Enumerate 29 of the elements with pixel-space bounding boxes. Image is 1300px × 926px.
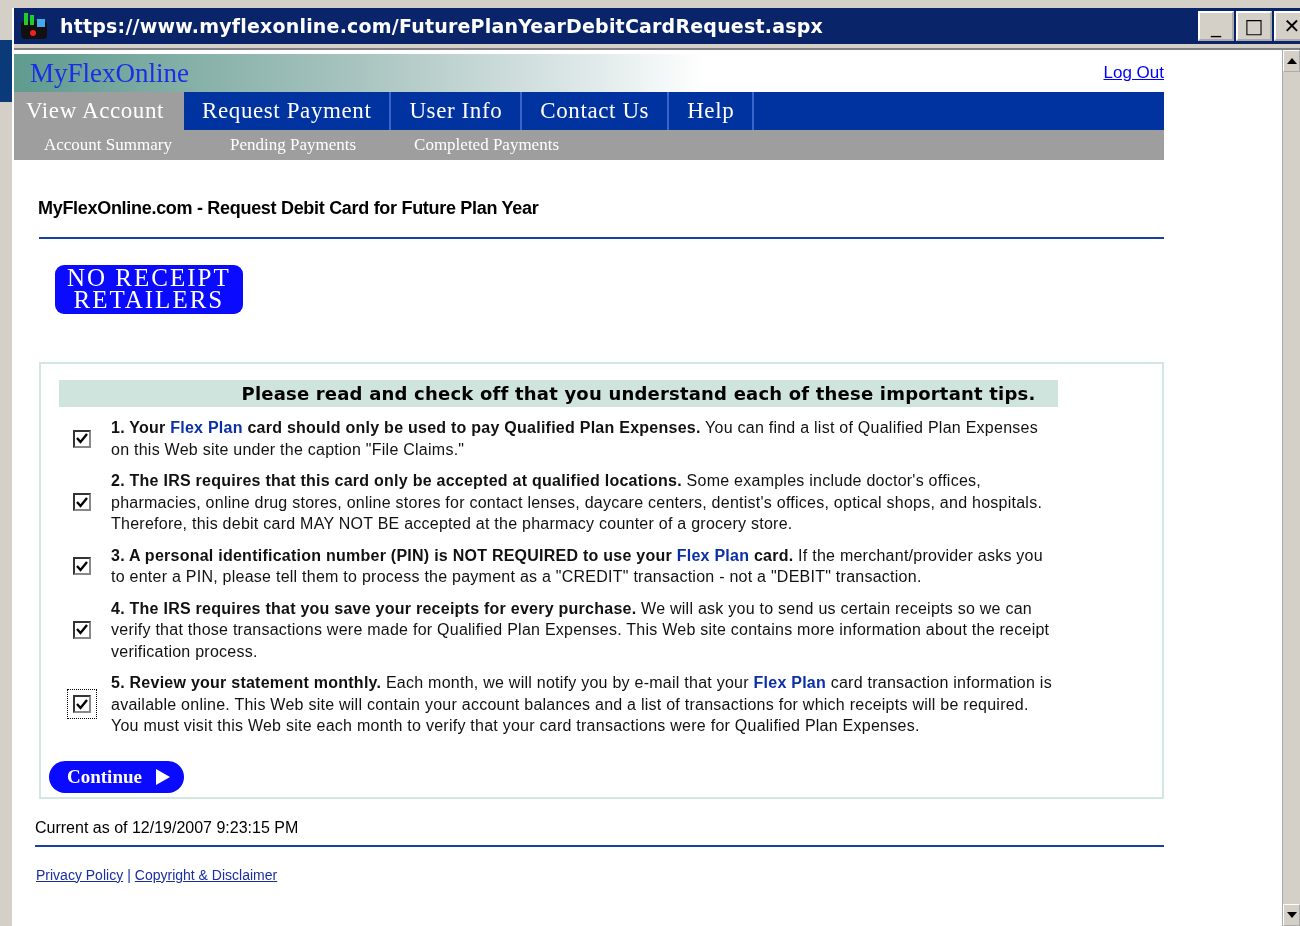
- checkmark-icon: [76, 698, 88, 710]
- tip-text: 2. The IRS requires that this card only be accepted at qualified locations. Some examples include doctor's offices, pharmacies, online drug stores, online stores for contact lenses, daycare centers, dentist's offices, optical shops, and hospitals. Therefore, this debit card MAY NOT BE accepted at the pharmacy counter of a grocery store.: [111, 471, 1044, 534]
- tips-heading: Please read and check off that you understand each of these important tips.: [59, 380, 1058, 407]
- page-title: MyFlexOnline.com - Request Debit Card for Future Plan Year: [38, 198, 540, 219]
- minimize-button[interactable]: _: [1198, 11, 1234, 41]
- background-window-edge: [0, 40, 12, 102]
- tip-text: 5. Review your statement monthly. Each month, we will notify you by e-mail that your Flex Plan card transaction information is available online. This Web site will contain your account balances and a list of transactions for which receipts will be required. You must visit this Web site each month to verify that your card transactions were for Qualified Plan Expenses.: [111, 673, 1053, 736]
- timestamp: Current as of 12/19/2007 9:23:15 PM: [35, 818, 300, 837]
- logout-link[interactable]: Log Out: [1103, 63, 1164, 83]
- scroll-down-icon[interactable]: [1286, 912, 1297, 918]
- tip-text: 3. A personal identification number (PIN) is NOT REQUIRED to use your Flex Plan card. If the merchant/provider asks you to enter a PIN, please tell them to process the payment as a "CREDIT" transaction - not a "DEBIT" transaction.: [111, 545, 1044, 587]
- checkmark-icon: [76, 496, 88, 508]
- tip-text: 1. Your Flex Plan card should only be used to pay Qualified Plan Expenses. You can find a list of Qualified Plan Expenses on this Web site under the caption "File Claims.": [111, 418, 1039, 460]
- scrollbar[interactable]: [1282, 50, 1300, 926]
- separator: |: [127, 866, 131, 883]
- tip-text: 4. The IRS requires that you save your receipts for every purchase. We will ask you to send us certain receipts so we can verify that those transactions were made for Qualified Plan Expenses. This Web site contains more information about the receipt verification process.: [111, 598, 1051, 662]
- checkmark-icon: [76, 433, 88, 444]
- play-arrow-icon: [155, 768, 170, 785]
- maximize-button[interactable]: □: [1236, 11, 1272, 41]
- footer-link[interactable]: Privacy Policy: [36, 866, 124, 883]
- no-receipt-retailers-badge[interactable]: NO RECEIPT RETAILERS: [55, 265, 243, 314]
- checkmark-icon: [76, 624, 88, 636]
- window-title: https://www.myflexonline.com/FuturePlanYearDebitCardRequest.aspx: [60, 15, 824, 37]
- checkbox[interactable]: [67, 689, 97, 720]
- scroll-up-icon[interactable]: [1286, 58, 1297, 64]
- close-button[interactable]: ✕: [1274, 11, 1300, 41]
- continue-button[interactable]: Continue: [49, 760, 184, 793]
- footer-link[interactable]: Copyright & Disclaimer: [134, 866, 278, 883]
- checkmark-icon: [76, 560, 88, 572]
